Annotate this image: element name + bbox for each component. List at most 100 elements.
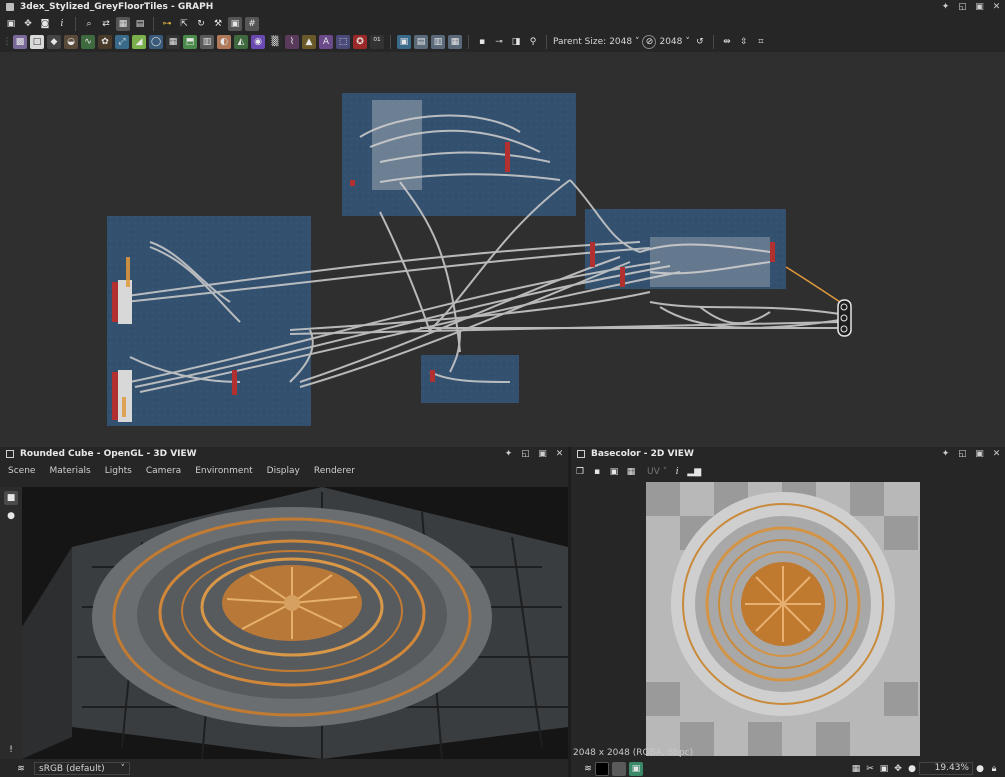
normal-node-icon[interactable]: ◐	[217, 35, 231, 49]
uniform-node-icon[interactable]: □	[30, 35, 44, 49]
connection-icon[interactable]: ⇄	[99, 17, 113, 31]
fit-view-icon[interactable]: ▣	[877, 762, 891, 776]
restore-icon[interactable]: ◱	[521, 449, 530, 459]
graph-frame[interactable]	[107, 216, 311, 426]
distance-node-icon[interactable]: ⌇	[285, 35, 299, 49]
curve-node-icon[interactable]: ∿	[81, 35, 95, 49]
menu-renderer[interactable]: Renderer	[314, 466, 355, 476]
pin-icon[interactable]: ✦	[504, 449, 513, 459]
restore-icon[interactable]: ◱	[958, 449, 967, 459]
menu-materials[interactable]: Materials	[49, 466, 90, 476]
pin-icon[interactable]: ⚲	[526, 35, 540, 49]
emboss-node-icon[interactable]: ▦	[166, 35, 180, 49]
grey-channel-icon[interactable]	[612, 761, 626, 776]
layout-icon[interactable]: ▦	[116, 17, 130, 31]
zoom-reset-icon[interactable]: ●	[973, 762, 987, 776]
viewport-3d[interactable]	[22, 487, 568, 759]
search-icon[interactable]: ⌕	[82, 17, 96, 31]
comment-icon[interactable]: ▤	[133, 17, 147, 31]
grid-view-icon[interactable]: ▦	[849, 762, 863, 776]
histogram-node-icon[interactable]: ▥	[200, 35, 214, 49]
tools-icon[interactable]: ✂	[863, 762, 877, 776]
close-icon[interactable]: ✕	[992, 2, 1001, 12]
navigation-node-icon[interactable]: ▦	[448, 35, 462, 49]
maximize-icon[interactable]: ▣	[975, 2, 984, 12]
align-vertical-icon[interactable]: ⇳	[737, 35, 751, 49]
noise-node-icon[interactable]: ◭	[234, 35, 248, 49]
reset-icon[interactable]: ↺	[693, 35, 707, 49]
layers-icon[interactable]: ≋	[14, 762, 28, 776]
output-node-icon[interactable]: ▲	[302, 35, 316, 49]
atomic-text-icon[interactable]: A	[319, 35, 333, 49]
output-node[interactable]	[837, 299, 852, 337]
menu-display[interactable]: Display	[267, 466, 300, 476]
menu-environment[interactable]: Environment	[195, 466, 252, 476]
light-bulb-icon[interactable]: ●	[4, 509, 18, 523]
gradient-node-icon[interactable]: ◢	[132, 35, 146, 49]
histogram-icon[interactable]: ▂▆	[687, 465, 701, 479]
graph-toolbar-handle[interactable]: ⋮	[3, 35, 12, 49]
info-icon[interactable]: i	[670, 465, 684, 479]
link-size-icon[interactable]: ⊘	[642, 35, 657, 49]
blend-node-icon[interactable]: ◒	[64, 35, 78, 49]
value-node-icon[interactable]: ⁰¹	[370, 35, 384, 49]
maximize-icon[interactable]: ▣	[975, 449, 984, 459]
tile-node-icon[interactable]: ◯	[149, 35, 163, 49]
pixel-processor-icon[interactable]: ✪	[353, 35, 367, 49]
shape-node-icon[interactable]: ⬒	[183, 35, 197, 49]
maximize-icon[interactable]: ▣	[538, 449, 547, 459]
frame-icon[interactable]: ▣	[4, 17, 18, 31]
info-icon[interactable]: i	[55, 17, 69, 31]
grid-icon[interactable]: #	[245, 17, 259, 31]
pin-icon[interactable]: ✦	[941, 449, 950, 459]
pin-node-icon[interactable]: ▥	[431, 35, 445, 49]
save-icon[interactable]: ▪	[590, 465, 604, 479]
snapshot-icon[interactable]: ▣	[228, 17, 242, 31]
close-icon[interactable]: ✕	[555, 449, 564, 459]
menu-lights[interactable]: Lights	[105, 466, 132, 476]
text-node-icon[interactable]: ◉	[251, 35, 265, 49]
rgb-channel-icon[interactable]: ▣	[629, 761, 643, 776]
hierarchy-icon[interactable]: ⇱	[177, 17, 191, 31]
link-icon[interactable]: ⊶	[160, 17, 174, 31]
fit-icon[interactable]: ✥	[21, 17, 35, 31]
refresh-icon[interactable]: ↻	[194, 17, 208, 31]
video-camera-icon[interactable]: ■	[4, 491, 18, 505]
graph-canvas[interactable]	[0, 52, 1005, 447]
pin-icon[interactable]: ✦	[941, 2, 950, 12]
zoom-icon[interactable]: ●	[905, 762, 919, 776]
layers-icon[interactable]: ≋	[581, 762, 595, 776]
lock-icon[interactable]: 🔒︎	[987, 762, 1001, 776]
export-icon[interactable]: ▣	[607, 465, 621, 479]
wrench-icon[interactable]: ⚒	[211, 17, 225, 31]
align-horizontal-icon[interactable]: ⇹	[720, 35, 734, 49]
warp-node-icon[interactable]: ✿	[98, 35, 112, 49]
bitmap-node-icon[interactable]: ▩	[13, 35, 27, 49]
frame-node-icon[interactable]: ▣	[397, 35, 411, 49]
snap-icon[interactable]: ⌗	[754, 35, 768, 49]
output-size-select[interactable]: 2048 ˅	[659, 37, 689, 47]
help-icon[interactable]: !	[4, 743, 18, 757]
menu-scene[interactable]: Scene	[8, 466, 35, 476]
image-icon[interactable]: ◨	[509, 35, 523, 49]
colorspace-select[interactable]: sRGB (default) ˅	[34, 762, 130, 775]
restore-icon[interactable]: ◱	[958, 2, 967, 12]
menu-camera[interactable]: Camera	[146, 466, 181, 476]
pan-icon[interactable]: ✥	[891, 762, 905, 776]
slider-icon[interactable]: ⊸	[492, 35, 506, 49]
graph-frame[interactable]	[421, 355, 519, 403]
view2d-canvas[interactable]: 2048 x 2048 (RGBA, 8bpc)	[571, 482, 1005, 760]
parent-size-select[interactable]: 2048 ˅	[609, 37, 639, 47]
comment-node-icon[interactable]: ▤	[414, 35, 428, 49]
copy-icon[interactable]: ❐	[573, 465, 587, 479]
bevel-node-icon[interactable]: ▒	[268, 35, 282, 49]
uv-select[interactable]: UV ˅	[647, 467, 667, 477]
transform-node-icon[interactable]: ⤢	[115, 35, 129, 49]
fxmap-node-icon[interactable]: ⬚	[336, 35, 350, 49]
black-channel-icon[interactable]	[595, 761, 609, 776]
close-icon[interactable]: ✕	[992, 449, 1001, 459]
camera-icon[interactable]: ◙	[38, 17, 52, 31]
tile-view-icon[interactable]: ▦	[624, 465, 638, 479]
levels-node-icon[interactable]: ◆	[47, 35, 61, 49]
chat-icon[interactable]: ▪	[475, 35, 489, 49]
